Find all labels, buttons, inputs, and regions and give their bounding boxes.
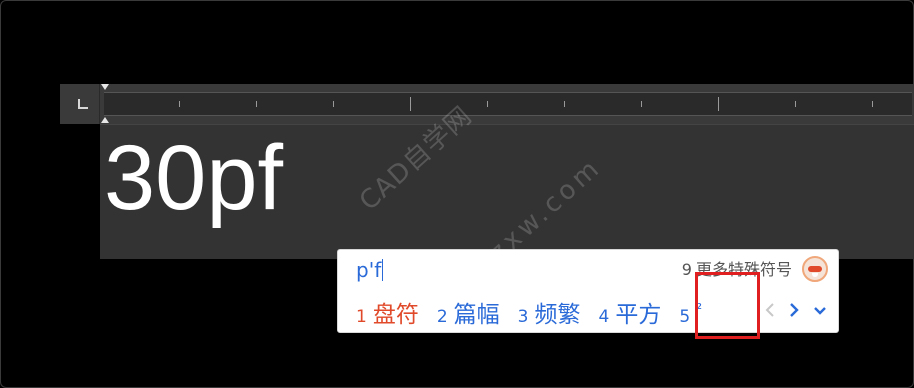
ruler-tick [641, 101, 642, 107]
candidate-text: 篇幅 [453, 302, 500, 328]
tab-stop-selector[interactable] [60, 84, 100, 124]
candidate-1[interactable]: 1 盘符 [356, 300, 419, 332]
candidate-text: 频繁 [534, 302, 581, 328]
chevron-left-icon[interactable] [762, 300, 780, 320]
candidate-index: 5 [679, 307, 691, 327]
candidate-4[interactable]: 4 平方 [598, 300, 661, 332]
ruler-tick-major [410, 97, 411, 111]
mascot-mouth [812, 273, 818, 277]
more-special-symbols[interactable]: 9 更多特殊符号 [682, 260, 792, 280]
ruler-tick [872, 101, 873, 107]
ruler-tick [179, 101, 180, 107]
candidate-list: 1 盘符 2 篇幅 3 频繁 4 平方 5² [356, 294, 702, 328]
mascot-band [808, 266, 822, 272]
first-line-indent-marker[interactable] [101, 84, 109, 90]
candidate-text: 盘符 [372, 302, 419, 328]
ruler-tick [564, 101, 565, 107]
candidate-3[interactable]: 3 频繁 [518, 300, 581, 332]
candidate-text: ² [696, 300, 703, 318]
candidate-text: 平方 [615, 302, 662, 328]
ruler-strip [101, 84, 912, 123]
ruler-tick [333, 101, 334, 107]
editor-text: 30pf [104, 127, 284, 229]
ruler-tick-major [718, 97, 719, 111]
ime-input-text: p'f [356, 258, 382, 282]
ruler-tick [487, 101, 488, 107]
chevron-right-icon[interactable] [785, 300, 803, 320]
ruler-tick [795, 101, 796, 107]
candidate-index: 3 [517, 307, 529, 327]
candidate-index: 4 [598, 307, 610, 327]
candidate-index: 2 [436, 307, 448, 327]
candidate-5[interactable]: 5² [679, 294, 702, 332]
text-caret [382, 259, 384, 281]
chevron-down-icon[interactable] [811, 300, 829, 320]
candidate-index: 1 [356, 307, 367, 327]
ime-composition: p'f [356, 258, 384, 282]
more-label: 更多特殊符号 [695, 260, 792, 279]
ime-candidate-window: p'f 9 更多特殊符号 1 盘符 2 篇幅 3 频繁 4 平方 5² [337, 249, 839, 333]
more-index: 9 [681, 260, 692, 279]
left-tab-icon [78, 99, 88, 109]
candidate-2[interactable]: 2 篇幅 [437, 300, 500, 332]
ruler-tick [256, 101, 257, 107]
ime-mascot-icon[interactable] [802, 256, 828, 282]
horizontal-ruler[interactable] [100, 84, 914, 124]
